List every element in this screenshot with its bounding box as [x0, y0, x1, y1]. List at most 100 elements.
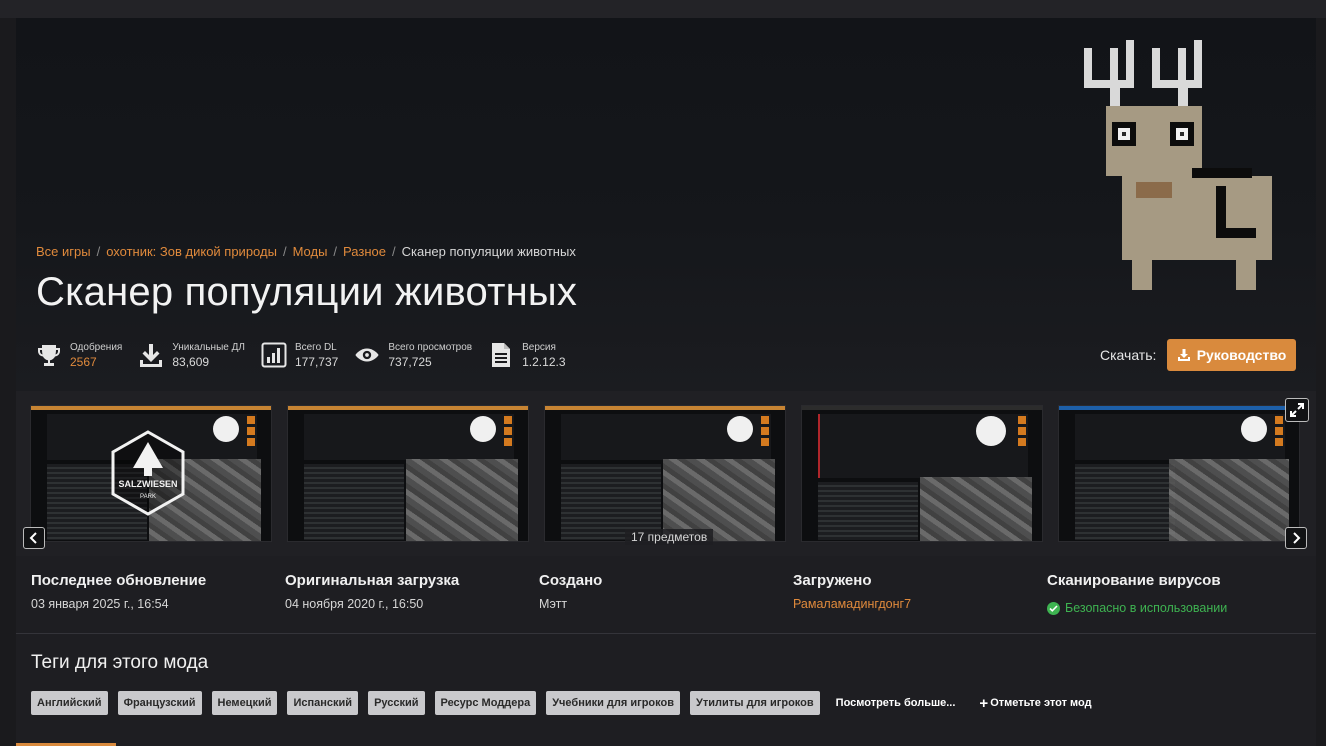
image-gallery: SALZWIESEN PARK 17 предметов — [16, 391, 1316, 556]
gallery-expand-button[interactable] — [1285, 398, 1309, 422]
tag-pill[interactable]: Немецкий — [211, 691, 278, 715]
thumb-list — [1075, 464, 1175, 540]
tags-title: Теги для этого мода — [31, 652, 209, 673]
download-label: Скачать: — [1100, 347, 1157, 363]
tag-pill[interactable]: Учебники для игроков — [546, 691, 680, 715]
virus-scan-text: Безопасно в использовании — [1065, 601, 1228, 615]
gallery-thumbnail[interactable] — [544, 405, 786, 542]
info-virus-scan: Сканирование вирусов Безопасно в использ… — [1047, 572, 1227, 615]
info-title: Сканирование вирусов — [1047, 572, 1221, 589]
info-title: Загружено — [793, 572, 872, 589]
thumb-badge — [213, 416, 239, 442]
tag-pill[interactable]: Испанский — [287, 691, 359, 715]
view-more-tags-link[interactable]: Посмотреть больше... — [836, 697, 956, 709]
stat-value: 2567 — [70, 355, 97, 369]
stat-value: 1.2.12.3 — [522, 355, 566, 369]
gallery-thumbnail[interactable]: SALZWIESEN PARK — [30, 405, 272, 542]
thumb-badge — [976, 416, 1006, 446]
check-circle-icon — [1047, 601, 1060, 615]
gallery-thumbnail[interactable] — [1058, 405, 1300, 542]
thumb-list — [304, 464, 404, 540]
thumb-badge — [470, 416, 496, 442]
hero-fade — [16, 18, 1316, 391]
stat-label: Всего DL — [294, 342, 337, 353]
document-icon — [488, 341, 514, 369]
thumb-badge — [727, 416, 753, 442]
chevron-left-icon — [29, 532, 37, 544]
breadcrumb-misc[interactable]: Разное — [343, 244, 386, 259]
thumb-map — [1169, 459, 1289, 541]
mod-stats: Одобрения 2567 Уникальные ДЛ 83,609 Всег… — [36, 341, 582, 369]
tag-pill[interactable]: Английский — [31, 691, 108, 715]
thumb-map — [406, 459, 518, 541]
stat-label: Всего просмотров — [388, 342, 473, 353]
thumb-strip — [802, 406, 1042, 410]
salzwiesen-park-logo: SALZWIESEN PARK — [111, 430, 185, 516]
tag-pill[interactable]: Русский — [368, 691, 425, 715]
tag-pill[interactable]: Утилиты для игроков — [690, 691, 820, 715]
download-icon — [1177, 349, 1190, 361]
info-value: Мэтт — [539, 597, 568, 611]
trophy-icon — [36, 341, 62, 369]
thumb-buttons — [761, 416, 769, 446]
info-uploaded-by: Загружено Рамаламадингдонг7 — [793, 572, 911, 611]
thumb-strip — [31, 406, 271, 410]
gallery-prev-button[interactable] — [23, 527, 45, 549]
stat-unique-downloads: Уникальные ДЛ 83,609 — [138, 341, 245, 369]
info-value: 04 ноября 2020 г., 16:50 — [285, 597, 424, 611]
gallery-next-button[interactable] — [1285, 527, 1307, 549]
info-value: 03 января 2025 г., 16:54 — [31, 597, 169, 611]
uploader-link[interactable]: Рамаламадингдонг7 — [793, 597, 911, 611]
thumb-strip — [288, 406, 528, 410]
manual-download-label: Руководство — [1196, 347, 1287, 363]
virus-scan-status: Безопасно в использовании — [1047, 601, 1227, 615]
stat-label: Одобрения — [70, 342, 123, 353]
gallery-thumbnail[interactable] — [801, 405, 1043, 542]
stat-endorsements: Одобрения 2567 — [36, 341, 122, 369]
breadcrumb: Все игры / охотник: Зов дикой природы / … — [36, 244, 576, 259]
page-title: Сканер популяции животных — [36, 270, 578, 314]
breadcrumb-separator: / — [333, 244, 338, 259]
info-title: Оригинальная загрузка — [285, 572, 460, 589]
info-created-by: Создано Мэтт — [539, 572, 602, 611]
thumb-badge — [1241, 416, 1267, 442]
stat-label: Версия — [522, 342, 556, 353]
chevron-right-icon — [1293, 532, 1301, 544]
stat-total-views: Всего просмотров 737,725 — [354, 341, 472, 369]
top-bar — [0, 0, 1326, 18]
plus-icon: + — [979, 694, 989, 712]
breadcrumb-separator: / — [282, 244, 287, 259]
breadcrumb-current: Сканер популяции животных — [401, 244, 576, 259]
breadcrumb-game[interactable]: охотник: Зов дикой природы — [106, 244, 277, 259]
info-title: Последнее обновление — [31, 572, 207, 589]
expand-icon — [1290, 403, 1304, 417]
info-last-update: Последнее обновление 03 января 2025 г., … — [31, 572, 206, 611]
add-tag-button[interactable]: + Отметьте этот мод — [979, 695, 1091, 712]
thumb-strip — [1059, 406, 1299, 410]
manual-download-button[interactable]: Руководство — [1167, 339, 1296, 371]
stat-value: 83,609 — [172, 355, 210, 369]
thumb-buttons — [504, 416, 512, 446]
stat-value: 177,737 — [294, 355, 339, 369]
gallery-items-count: 17 предметов — [625, 529, 714, 545]
eye-icon — [354, 341, 380, 369]
thumb-map — [920, 477, 1032, 541]
logo-subtext: PARK — [140, 494, 156, 500]
tag-pill[interactable]: Ресурс Моддера — [434, 691, 537, 715]
thumb-strip — [545, 406, 785, 410]
thumb-buttons — [1275, 416, 1283, 446]
gallery-thumbnail[interactable] — [287, 405, 529, 542]
thumb-list — [818, 482, 918, 540]
info-title: Создано — [539, 572, 603, 589]
thumb-buttons — [1018, 416, 1026, 446]
tag-pill[interactable]: Французский — [117, 691, 202, 715]
stat-version: Версия 1.2.12.3 — [488, 341, 566, 369]
download-icon — [138, 341, 164, 369]
breadcrumb-separator: / — [391, 244, 396, 259]
breadcrumb-all-games[interactable]: Все игры — [36, 244, 91, 259]
breadcrumb-separator: / — [96, 244, 101, 259]
info-original-upload: Оригинальная загрузка 04 ноября 2020 г.,… — [285, 572, 459, 611]
stat-total-downloads: Всего DL 177,737 — [261, 341, 338, 369]
breadcrumb-mods[interactable]: Моды — [293, 244, 328, 259]
thumb-buttons — [247, 416, 255, 446]
